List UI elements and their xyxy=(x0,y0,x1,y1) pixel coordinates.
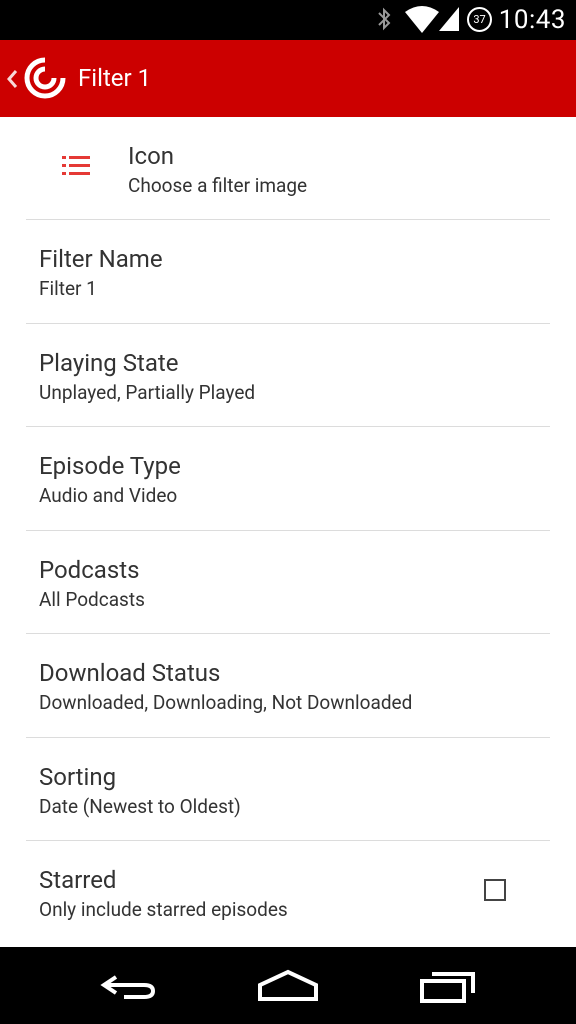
battery-icon: 37 xyxy=(467,7,492,32)
starred-checkbox[interactable] xyxy=(484,879,506,901)
setting-title: Icon xyxy=(128,142,175,170)
setting-title: Filter Name xyxy=(39,245,163,273)
setting-podcasts[interactable]: Podcasts All Podcasts xyxy=(26,531,550,634)
setting-filter-name[interactable]: Filter Name Filter 1 xyxy=(26,220,550,324)
setting-subtitle: Downloaded, Downloading, Not Downloaded xyxy=(39,691,413,714)
setting-title: Starred xyxy=(39,866,117,894)
setting-sorting[interactable]: Sorting Date (Newest to Oldest) xyxy=(26,738,550,841)
setting-title: Download Status xyxy=(39,659,221,687)
list-icon xyxy=(62,156,90,175)
home-icon[interactable] xyxy=(256,969,320,1003)
cell-signal-icon xyxy=(439,7,459,31)
setting-subtitle: Filter 1 xyxy=(39,277,97,300)
setting-download-status[interactable]: Download Status Downloaded, Downloading,… xyxy=(26,634,550,738)
setting-starred[interactable]: Starred Only include starred episodes xyxy=(26,841,550,947)
filter-settings-list: Icon Choose a filter image Filter Name F… xyxy=(0,117,576,947)
setting-subtitle: Choose a filter image xyxy=(128,174,308,197)
back-icon[interactable] xyxy=(98,969,158,1003)
pocket-casts-logo-icon[interactable] xyxy=(24,57,66,99)
setting-subtitle: Audio and Video xyxy=(39,484,178,507)
setting-subtitle: Date (Newest to Oldest) xyxy=(39,795,241,818)
clock: 10:43 xyxy=(498,5,566,35)
battery-level: 37 xyxy=(473,13,486,26)
setting-title: Playing State xyxy=(39,349,179,377)
setting-subtitle: Unplayed, Partially Played xyxy=(39,381,256,404)
setting-playing-state[interactable]: Playing State Unplayed, Partially Played xyxy=(26,324,550,427)
setting-icon[interactable]: Icon Choose a filter image xyxy=(26,117,550,220)
app-bar: Filter 1 xyxy=(0,40,576,117)
recents-icon[interactable] xyxy=(418,969,478,1003)
navigation-bar xyxy=(0,947,576,1024)
bluetooth-icon xyxy=(378,7,391,31)
setting-title: Episode Type xyxy=(39,452,181,480)
status-bar: 37 10:43 xyxy=(0,0,576,40)
setting-episode-type[interactable]: Episode Type Audio and Video xyxy=(26,427,550,531)
wifi-icon xyxy=(405,6,439,33)
back-chevron-icon[interactable] xyxy=(2,62,24,96)
setting-title: Sorting xyxy=(39,763,117,791)
page-title: Filter 1 xyxy=(78,64,152,92)
setting-title: Podcasts xyxy=(39,556,140,584)
setting-subtitle: All Podcasts xyxy=(39,588,145,611)
setting-subtitle: Only include starred episodes xyxy=(39,898,288,921)
